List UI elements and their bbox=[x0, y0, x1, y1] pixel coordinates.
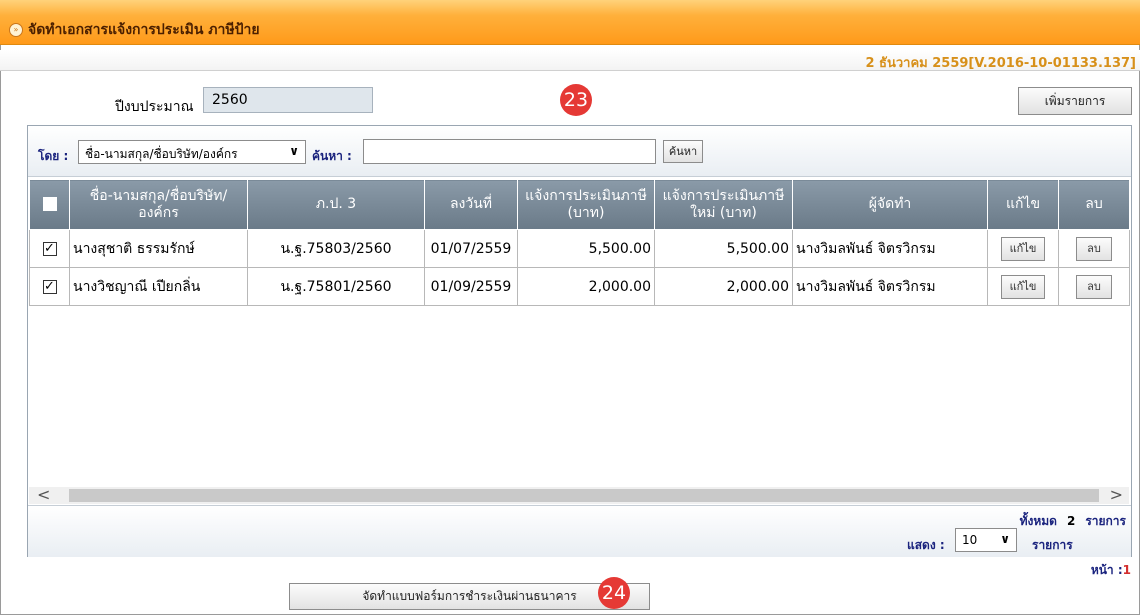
col-header-edit: แก้ไข bbox=[987, 179, 1059, 230]
delete-button[interactable]: ลบ bbox=[1076, 236, 1112, 261]
delete-cell: ลบ bbox=[1058, 229, 1130, 268]
col-header-delete: ลบ bbox=[1058, 179, 1130, 230]
edit-button[interactable]: แก้ไข bbox=[1001, 274, 1045, 299]
items-label: รายการ bbox=[1085, 514, 1126, 528]
row-checkbox-cell[interactable]: ✓ bbox=[29, 267, 70, 306]
scroll-right-icon[interactable]: > bbox=[1110, 485, 1123, 504]
fiscal-year-label: ปีงบประมาณ bbox=[115, 99, 194, 115]
row-checkbox[interactable]: ✓ bbox=[42, 279, 57, 294]
cell-new-assessment: 2,000.00 bbox=[654, 267, 793, 306]
scroll-left-icon[interactable]: < bbox=[37, 485, 50, 504]
delete-button[interactable]: ลบ bbox=[1076, 274, 1112, 299]
edit-button[interactable]: แก้ไข bbox=[1001, 236, 1045, 261]
cell-assessment: 5,500.00 bbox=[517, 229, 655, 268]
cell-assessment: 2,000.00 bbox=[517, 267, 655, 306]
edit-cell: แก้ไข bbox=[987, 267, 1059, 306]
search-by-label: โดย : bbox=[38, 149, 69, 163]
select-all-checkbox[interactable] bbox=[29, 179, 70, 230]
total-count: 2 bbox=[1066, 514, 1076, 528]
table-row: ✓ นางวิชญาณี เปียกลิ่น น.ฐ.75801/2560 01… bbox=[29, 267, 1130, 306]
chevron-down-icon: ∨ bbox=[1000, 532, 1010, 546]
add-item-button[interactable]: เพิ่มรายการ bbox=[1018, 87, 1132, 115]
page-size-label: แสดง : bbox=[907, 538, 945, 552]
cell-name: นางสุชาติ ธรรมรักษ์ bbox=[69, 229, 248, 268]
edit-cell: แก้ไข bbox=[987, 229, 1059, 268]
total-summary: ทั้งหมด 2 รายการ bbox=[1020, 512, 1126, 531]
assessment-table: ชื่อ-นามสกุล/ชื่อบริษัท/องค์กร ภ.ป. 3 ลง… bbox=[29, 179, 1130, 306]
search-by-value: ชื่อ-นามสกุล/ชื่อบริษัท/องค์กร bbox=[85, 147, 238, 161]
col-header-date: ลงวันที่ bbox=[424, 179, 518, 230]
version-text: 2 ธันวาคม 2559[V.2016-10-01133.137] bbox=[865, 56, 1136, 71]
search-label: ค้นหา : bbox=[312, 149, 352, 163]
create-payment-form-button[interactable]: จัดทำแบบฟอร์มการชำระเงินผ่านธนาคาร bbox=[289, 583, 650, 610]
version-bar: 2 ธันวาคม 2559[V.2016-10-01133.137] bbox=[0, 50, 1140, 71]
page-number: 1 bbox=[1122, 563, 1131, 577]
search-by-select[interactable]: ชื่อ-นามสกุล/ชื่อบริษัท/องค์กร ∨ bbox=[78, 140, 306, 164]
chevron-down-icon: ∨ bbox=[289, 144, 299, 158]
cell-maker: นางวิมลพันธ์ จิตรวิกรม bbox=[792, 229, 988, 268]
scrollbar-thumb[interactable] bbox=[69, 489, 1099, 502]
page-label: หน้า : bbox=[1090, 563, 1123, 577]
row-checkbox[interactable]: ✓ bbox=[42, 241, 57, 256]
table-row: ✓ นางสุชาติ ธรรมรักษ์ น.ฐ.75803/2560 01/… bbox=[29, 229, 1130, 268]
bullet-icon: » bbox=[9, 23, 23, 37]
cell-new-assessment: 5,500.00 bbox=[654, 229, 793, 268]
page-title: จัดทำเอกสารแจ้งการประเมิน ภาษีป้าย bbox=[28, 22, 260, 38]
cell-name: นางวิชญาณี เปียกลิ่น bbox=[69, 267, 248, 306]
col-header-new-assessment: แจ้งการประเมินภาษีใหม่ (บาท) bbox=[654, 179, 793, 230]
title-bar: » จัดทำเอกสารแจ้งการประเมิน ภาษีป้าย bbox=[0, 0, 1140, 45]
total-label: ทั้งหมด bbox=[1019, 514, 1057, 528]
callout-badge-23: 23 bbox=[560, 84, 592, 116]
page-size-select[interactable]: 10 ∨ bbox=[955, 528, 1017, 552]
horizontal-scrollbar[interactable]: < > bbox=[29, 485, 1129, 504]
cell-doc: น.ฐ.75803/2560 bbox=[247, 229, 425, 268]
cell-maker: นางวิมลพันธ์ จิตรวิกรม bbox=[792, 267, 988, 306]
cell-date: 01/07/2559 bbox=[424, 229, 518, 268]
cell-doc: น.ฐ.75801/2560 bbox=[247, 267, 425, 306]
callout-badge-24: 24 bbox=[598, 577, 630, 609]
search-input[interactable] bbox=[363, 139, 656, 164]
page-size-value: 10 bbox=[962, 533, 978, 547]
table-header-row: ชื่อ-นามสกุล/ชื่อบริษัท/องค์กร ภ.ป. 3 ลง… bbox=[29, 179, 1130, 230]
row-checkbox-cell[interactable]: ✓ bbox=[29, 229, 70, 268]
page-size-unit-label: รายการ bbox=[1032, 538, 1073, 552]
col-header-doc: ภ.ป. 3 bbox=[247, 179, 425, 230]
col-header-maker: ผู้จัดทำ bbox=[792, 179, 988, 230]
search-button[interactable]: ค้นหา bbox=[663, 140, 703, 163]
cell-date: 01/09/2559 bbox=[424, 267, 518, 306]
delete-cell: ลบ bbox=[1058, 267, 1130, 306]
fiscal-year-field: 2560 bbox=[203, 87, 373, 113]
col-header-assessment: แจ้งการประเมินภาษี (บาท) bbox=[517, 179, 655, 230]
col-header-name: ชื่อ-นามสกุล/ชื่อบริษัท/องค์กร bbox=[69, 179, 248, 230]
page-indicator: หน้า :1 bbox=[1091, 561, 1131, 580]
